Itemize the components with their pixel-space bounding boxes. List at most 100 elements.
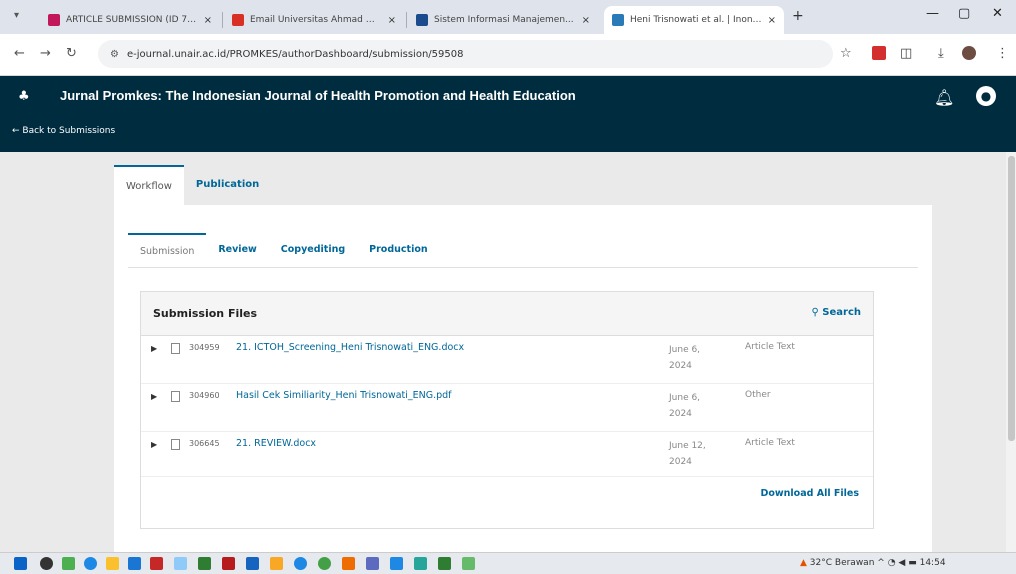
- tab-close-icon[interactable]: ×: [768, 15, 776, 26]
- file-type: Article Text: [745, 342, 795, 352]
- browser-menu-icon[interactable]: ⋮: [996, 46, 1009, 61]
- chrome-taskbar-icon[interactable]: [294, 557, 307, 570]
- taskbar-app-icon[interactable]: [270, 557, 283, 570]
- address-bar[interactable]: ⚙ e-journal.unair.ac.id/PROMKES/authorDa…: [98, 40, 833, 68]
- browser-tab-1[interactable]: ARTICLE SUBMISSION (ID 703... ×: [40, 6, 220, 34]
- browser-tab-2[interactable]: Email Universitas Ahmad Dahla... ×: [224, 6, 404, 34]
- workflow-stage-tabs: Submission Review Copyediting Production: [128, 233, 440, 267]
- back-arrow-icon[interactable]: ←: [14, 46, 25, 61]
- file-explorer-icon[interactable]: [106, 557, 119, 570]
- extensions-icon[interactable]: ◫: [900, 46, 912, 61]
- taskbar-app-icon[interactable]: [462, 557, 475, 570]
- file-icon: [171, 439, 180, 450]
- window-close-icon[interactable]: ✕: [992, 6, 1003, 21]
- tab-close-icon[interactable]: ×: [388, 15, 396, 26]
- expand-caret-icon[interactable]: ▶: [151, 392, 157, 401]
- browser-tab-4-active[interactable]: Heni Trisnowati et al. | Inonesi... ×: [604, 6, 784, 34]
- notification-bell-icon[interactable]: 🔔︎: [934, 88, 954, 107]
- taskbar-app-icon[interactable]: [128, 557, 141, 570]
- grid-title: Submission Files: [153, 307, 258, 320]
- tray-chevron-icon[interactable]: ^: [877, 558, 887, 568]
- journal-title[interactable]: Jurnal Promkes: The Indonesian Journal o…: [60, 88, 576, 103]
- bookmark-star-icon[interactable]: ☆: [840, 46, 852, 61]
- weather-text[interactable]: 32°C Berawan: [810, 558, 875, 568]
- minimize-icon[interactable]: —: [926, 6, 939, 21]
- taskbar-app-icon[interactable]: [318, 557, 331, 570]
- taskbar-app-icon[interactable]: [62, 557, 75, 570]
- page-scrollbar-thumb[interactable]: [1008, 156, 1015, 441]
- tab-review[interactable]: Review: [206, 233, 268, 267]
- grid-header: Submission Files ⚲ Search: [141, 292, 873, 336]
- tab-copyediting[interactable]: Copyediting: [269, 233, 357, 267]
- tab-close-icon[interactable]: ×: [582, 15, 590, 26]
- start-icon[interactable]: [14, 557, 27, 570]
- taskbar-app-icon[interactable]: [366, 557, 379, 570]
- file-date: June 6, 2024: [669, 393, 701, 419]
- file-row: ▶ 306645 21. REVIEW.docx June 12, 2024 A…: [141, 434, 873, 480]
- taskbar-app-icon[interactable]: [198, 557, 211, 570]
- file-id: 306645: [189, 439, 220, 448]
- file-id: 304960: [189, 391, 220, 400]
- expand-caret-icon[interactable]: ▶: [151, 344, 157, 353]
- url-text: e-journal.unair.ac.id/PROMKES/authorDash…: [126, 48, 464, 60]
- workflow-panel: Submission Review Copyediting Production…: [114, 205, 932, 560]
- submission-files-grid: Submission Files ⚲ Search ▶ 304959 21. I…: [140, 291, 874, 529]
- taskbar-app-icon[interactable]: [342, 557, 355, 570]
- weather-icon: ▲: [800, 558, 807, 568]
- volume-icon[interactable]: ◀: [898, 558, 905, 568]
- tab-favicon-icon: [232, 14, 244, 26]
- taskbar-app-icon[interactable]: [414, 557, 427, 570]
- file-type: Other: [745, 390, 771, 400]
- os-taskbar: ▲ 32°C Berawan ^ ◔ ◀ ▬ 14:54: [0, 552, 1016, 574]
- download-all-files-button[interactable]: Download All Files: [760, 488, 859, 499]
- file-link[interactable]: 21. REVIEW.docx: [236, 438, 316, 449]
- browser-toolbar: ← → ↻ ⚙ e-journal.unair.ac.id/PROMKES/au…: [0, 34, 1016, 76]
- file-date: June 6, 2024: [669, 345, 701, 371]
- tab-workflow[interactable]: Workflow: [114, 165, 184, 205]
- search-icon: ⚲: [811, 307, 823, 318]
- tab-submission[interactable]: Submission: [128, 233, 207, 267]
- file-id: 304959: [189, 343, 220, 352]
- taskbar-app-icon[interactable]: [390, 557, 403, 570]
- file-icon: [171, 343, 180, 354]
- pdf-extension-icon[interactable]: [872, 46, 886, 60]
- maximize-icon[interactable]: ▢: [958, 6, 970, 21]
- taskbar-app-icon[interactable]: [246, 557, 259, 570]
- new-tab-icon[interactable]: +: [792, 8, 804, 24]
- file-row: ▶ 304959 21. ICTOH_Screening_Heni Trisno…: [141, 338, 873, 384]
- download-icon[interactable]: ⤓: [938, 46, 944, 61]
- file-row: ▶ 304960 Hasil Cek Similiarity_Heni Tris…: [141, 386, 873, 432]
- file-link[interactable]: 21. ICTOH_Screening_Heni Trisnowati_ENG.…: [236, 342, 464, 353]
- profile-avatar[interactable]: [962, 46, 976, 60]
- main-tabs: Workflow Publication: [114, 165, 271, 205]
- tab-search-icon[interactable]: ▾: [14, 10, 19, 21]
- tab-favicon-icon: [612, 14, 624, 26]
- taskbar-app-icon[interactable]: [174, 557, 187, 570]
- expand-caret-icon[interactable]: ▶: [151, 440, 157, 449]
- journal-header: ♣ Jurnal Promkes: The Indonesian Journal…: [0, 76, 1016, 152]
- taskbar-app-icon[interactable]: [222, 557, 235, 570]
- tab-favicon-icon: [48, 14, 60, 26]
- back-to-submissions-link[interactable]: ← Back to Submissions: [12, 126, 115, 136]
- browser-tab-3[interactable]: Sistem Informasi Manajemen... ×: [408, 6, 598, 34]
- file-link[interactable]: Hasil Cek Similiarity_Heni Trisnowati_EN…: [236, 390, 452, 401]
- tab-close-icon[interactable]: ×: [204, 15, 212, 26]
- wifi-icon[interactable]: ◔: [888, 558, 896, 568]
- forward-arrow-icon[interactable]: →: [40, 46, 51, 61]
- battery-icon[interactable]: ▬: [908, 558, 917, 568]
- file-date: June 12, 2024: [669, 441, 706, 467]
- taskbar-app-icon[interactable]: [438, 557, 451, 570]
- user-account-icon[interactable]: ●: [976, 86, 996, 106]
- clock-text[interactable]: 14:54: [920, 558, 946, 568]
- search-button[interactable]: ⚲ Search: [811, 307, 861, 318]
- taskbar-app-icon[interactable]: [84, 557, 97, 570]
- search-taskbar-icon[interactable]: [40, 557, 53, 570]
- system-tray: ▲ 32°C Berawan ^ ◔ ◀ ▬ 14:54: [800, 558, 946, 568]
- reload-icon[interactable]: ↻: [66, 46, 77, 61]
- file-type: Article Text: [745, 438, 795, 448]
- ojs-sitemap-icon[interactable]: ♣: [18, 89, 30, 104]
- tab-production[interactable]: Production: [357, 233, 439, 267]
- tab-publication[interactable]: Publication: [184, 165, 271, 205]
- site-info-icon[interactable]: ⚙: [110, 49, 119, 60]
- taskbar-app-icon[interactable]: [150, 557, 163, 570]
